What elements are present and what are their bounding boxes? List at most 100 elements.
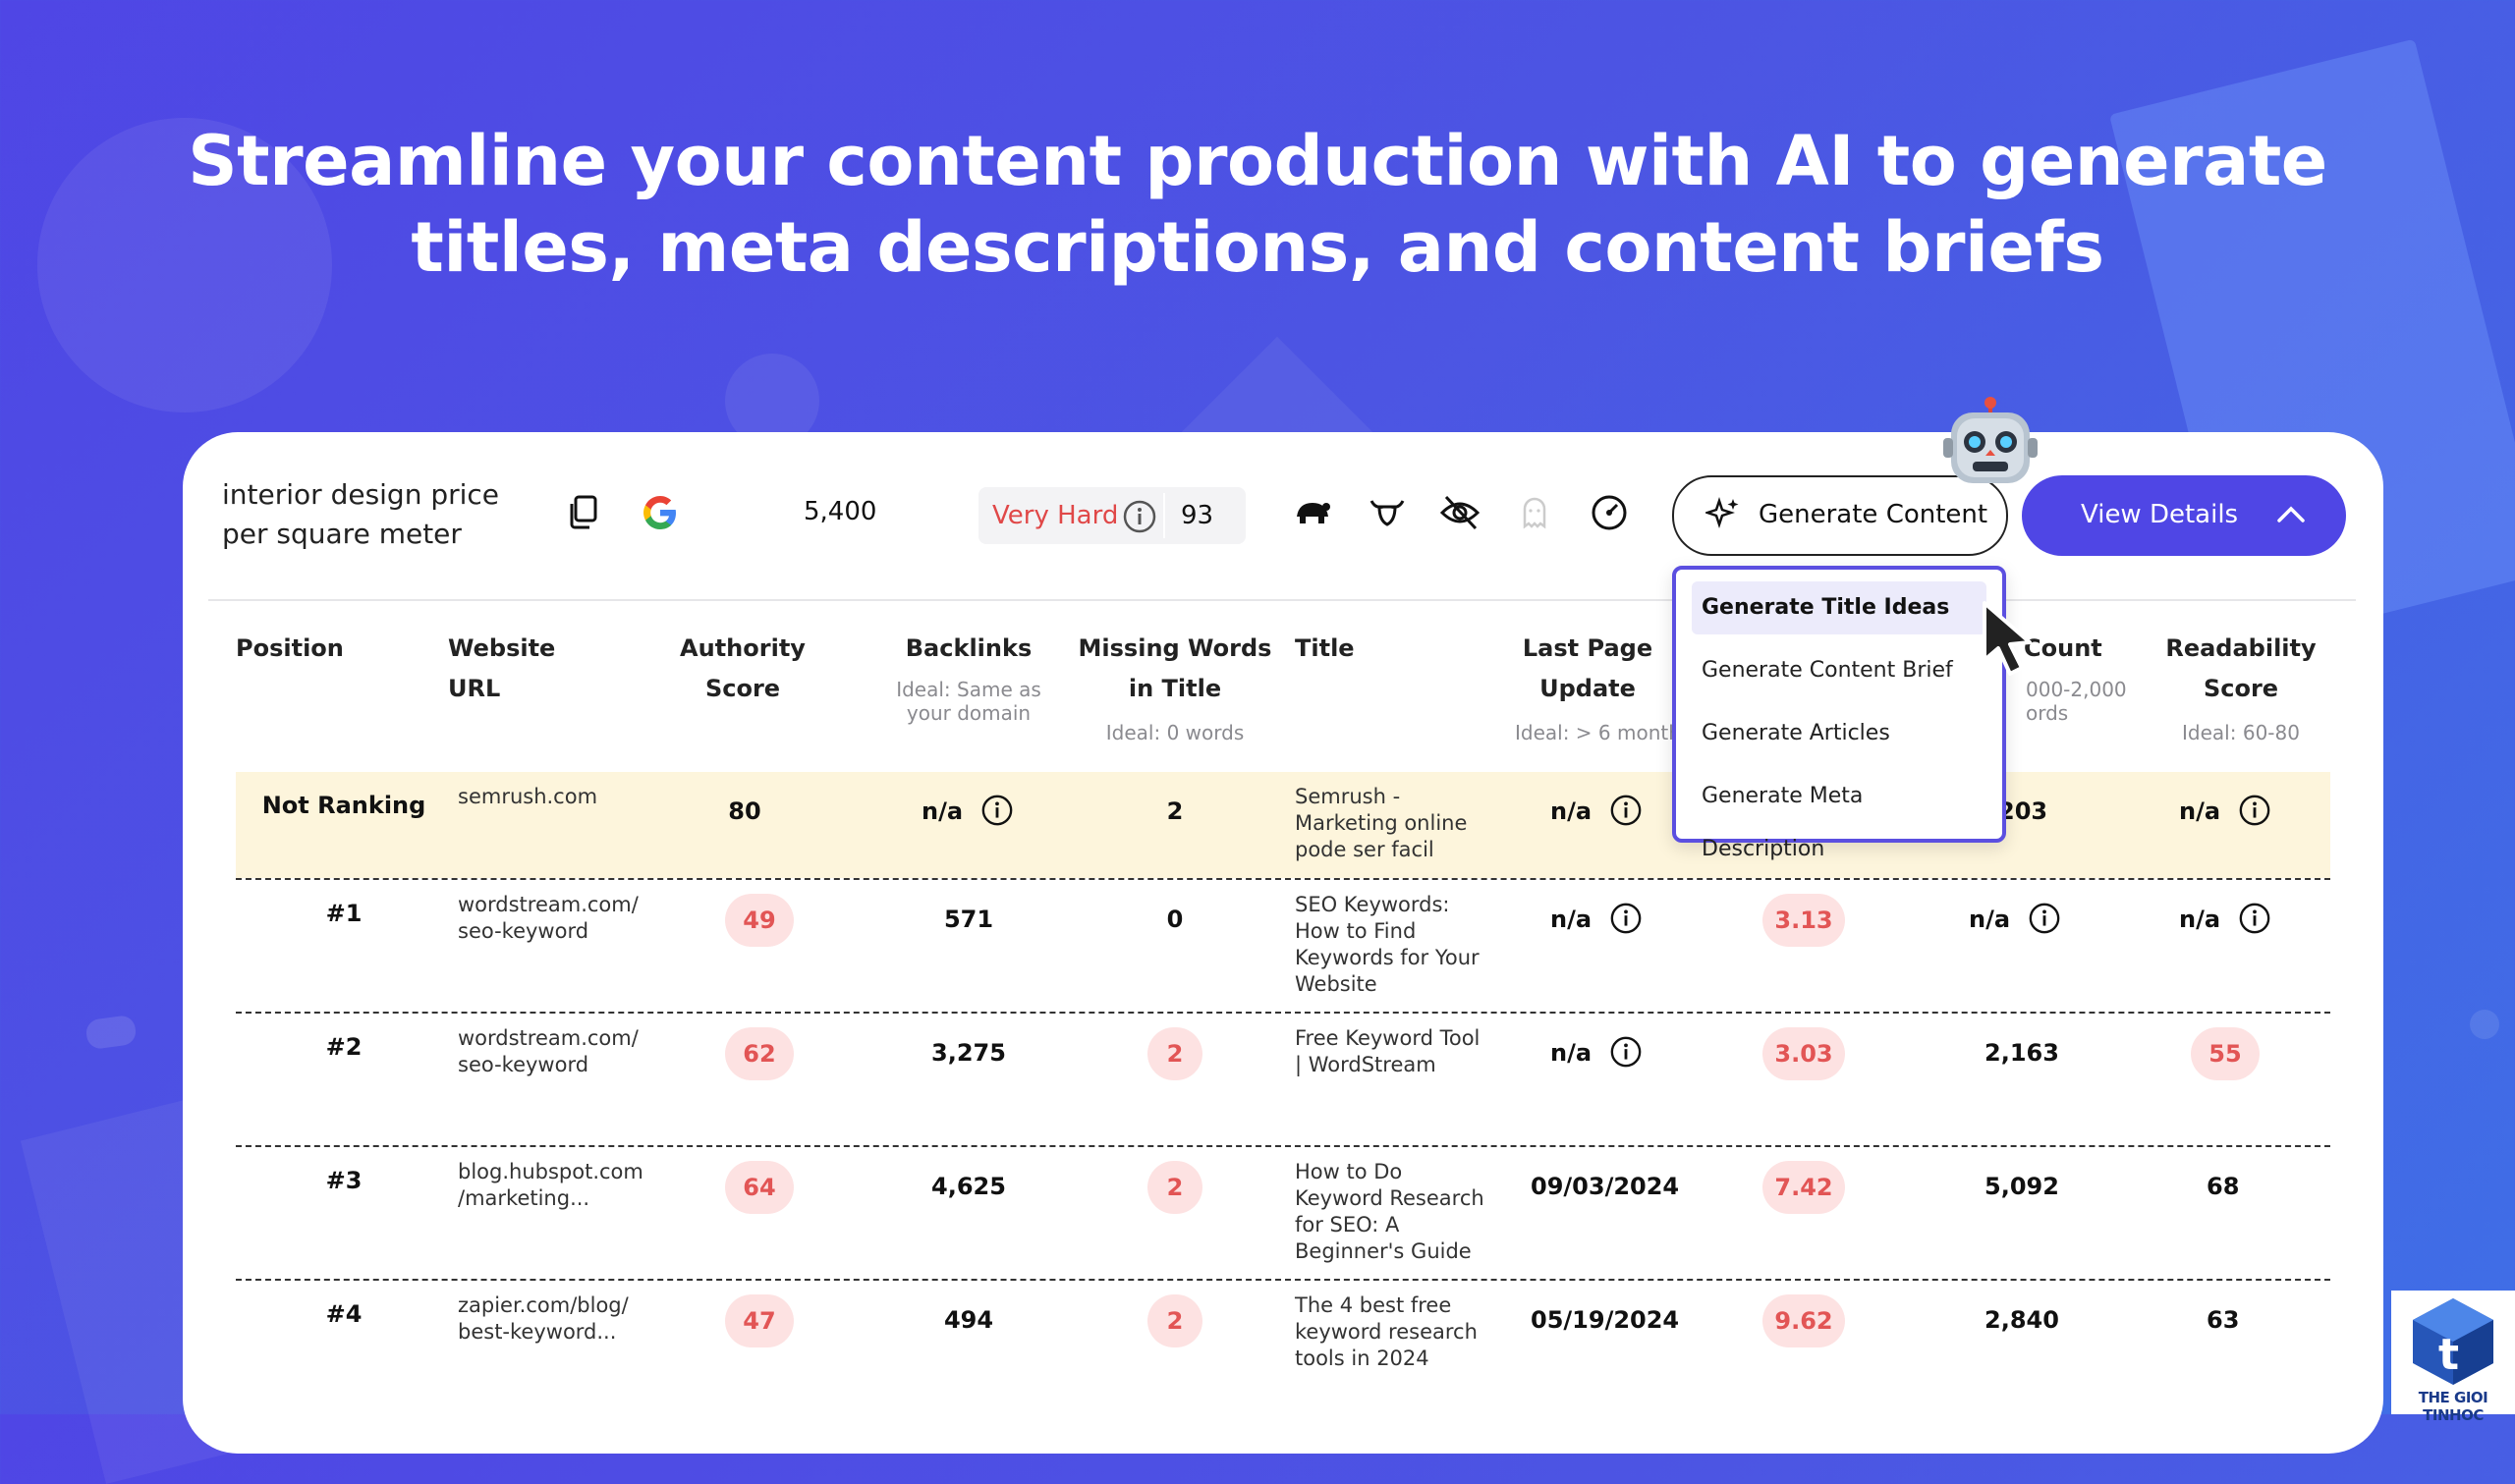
row-last-update: n/a	[1550, 902, 1643, 937]
header-backlinks: Backlinks	[905, 634, 1033, 662]
difficulty-divider	[1163, 493, 1165, 538]
row-position: #3	[325, 1167, 363, 1194]
header-website-url: Website URL	[448, 634, 556, 702]
search-volume: 5,400	[804, 497, 877, 526]
row-readability: 63	[2207, 1306, 2240, 1334]
row-backlinks: 571	[943, 906, 994, 933]
row-url[interactable]: semrush.com	[458, 784, 597, 810]
generate-content-label: Generate Content	[1759, 500, 1988, 529]
row-position: #1	[325, 900, 363, 927]
bull-icon[interactable]	[1366, 491, 1409, 534]
ghost-icon[interactable]	[1513, 491, 1556, 534]
row-position: #4	[325, 1300, 363, 1328]
headline-line-2: titles, meta descriptions, and content b…	[411, 207, 2104, 288]
row-keyword-density: 3.13	[1762, 894, 1845, 947]
info-icon[interactable]	[2238, 902, 2271, 935]
row-title: Semrush - Marketing online pode ser faci…	[1295, 785, 1468, 861]
row-keyword-density: 3.03	[1762, 1027, 1845, 1080]
row-keyword-density: 9.62	[1762, 1294, 1845, 1347]
keyword-difficulty: Very Hard 93	[978, 487, 1246, 544]
row-url[interactable]: blog.hubspot.com /marketing...	[458, 1159, 643, 1212]
row-position: #2	[325, 1033, 363, 1061]
menu-item-generate-meta-description[interactable]: Generate Meta Description	[1692, 770, 1986, 861]
keyword-card: interior design price per square meter 5…	[183, 397, 2383, 1454]
header-position: Position	[236, 634, 344, 662]
chevron-up-icon	[2277, 506, 2305, 522]
difficulty-label: Very Hard	[992, 501, 1119, 530]
row-authority: 49	[725, 894, 794, 947]
generate-content-dropdown: Generate Title Ideas Generate Content Br…	[1672, 566, 2006, 861]
header-readability-ideal: Ideal: 60-80	[2182, 721, 2300, 744]
row-title: The 4 best free keyword research tools i…	[1295, 1293, 1478, 1370]
row-last-update: 09/03/2024	[1531, 1173, 1680, 1200]
row-title: Free Keyword Tool | WordStream	[1295, 1026, 1481, 1076]
bg-pill	[84, 1014, 138, 1051]
header-missing-words: Missing Words in Title	[1078, 634, 1272, 702]
page-headline: Streamline your content production with …	[0, 118, 2515, 291]
info-icon[interactable]	[980, 794, 1014, 827]
row-backlinks: n/a	[922, 794, 1014, 829]
menu-item-generate-content-brief[interactable]: Generate Content Brief	[1692, 644, 1986, 697]
watermark-logo: t THE GIOI TINHOC	[2391, 1291, 2515, 1424]
row-readability: n/a	[2179, 902, 2271, 937]
row-authority: 47	[725, 1294, 794, 1347]
row-url[interactable]: zapier.com/blog/ best-keyword...	[458, 1292, 629, 1346]
row-last-update: n/a	[1550, 794, 1643, 829]
row-word-count: 2,163	[1984, 1039, 2059, 1067]
headline-line-1: Streamline your content production with …	[188, 121, 2327, 201]
difficulty-value: 93	[1181, 501, 1214, 530]
row-missing-words: 2	[1166, 797, 1184, 825]
header-missing-ideal: Ideal: 0 words	[1105, 721, 1245, 744]
row-backlinks: 494	[943, 1306, 994, 1334]
google-icon[interactable]	[641, 493, 680, 532]
row-last-update: n/a	[1550, 1035, 1643, 1071]
row-missing-words: 0	[1166, 906, 1184, 933]
header-last-page-update: Last Page Update	[1522, 634, 1653, 702]
copy-icon[interactable]	[564, 493, 603, 532]
row-backlinks: 4,625	[931, 1173, 1006, 1200]
row-title: SEO Keywords: How to Find Keywords for Y…	[1295, 893, 1480, 996]
row-authority: 64	[725, 1161, 794, 1214]
row-position: Not Ranking	[261, 792, 426, 819]
row-authority: 62	[725, 1027, 794, 1080]
row-word-count: n/a	[1969, 902, 2061, 937]
info-icon[interactable]	[1609, 902, 1643, 935]
row-readability: n/a	[2179, 794, 2271, 829]
info-icon[interactable]	[1122, 499, 1157, 534]
row-title: How to Do Keyword Research for SEO: A Be…	[1295, 1160, 1484, 1263]
menu-item-generate-title-ideas[interactable]: Generate Title Ideas	[1692, 581, 1986, 634]
gauge-icon[interactable]	[1588, 491, 1631, 534]
header-readability-score: Readability Score	[2165, 634, 2317, 702]
header-backlinks-ideal: Ideal: Same as your domain	[896, 678, 1041, 725]
header-title: Title	[1295, 634, 1355, 662]
row-last-update: 05/19/2024	[1531, 1306, 1680, 1334]
hidden-eye-icon[interactable]	[1438, 491, 1481, 534]
menu-item-generate-articles[interactable]: Generate Articles	[1692, 707, 1986, 760]
header-last-update-ideal: Ideal: > 6 month	[1515, 721, 1681, 744]
turtle-icon[interactable]	[1291, 491, 1334, 534]
bg-dot	[2470, 1010, 2499, 1039]
robot-icon	[1943, 397, 2038, 483]
row-missing-words: 2	[1147, 1027, 1202, 1080]
row-missing-words: 2	[1147, 1161, 1202, 1214]
row-word-count: 5,092	[1984, 1173, 2059, 1200]
sparkle-icon	[1705, 497, 1739, 528]
row-authority: 80	[728, 797, 761, 825]
row-keyword-density: 7.42	[1762, 1161, 1845, 1214]
info-icon[interactable]	[1609, 794, 1643, 827]
info-icon[interactable]	[2028, 902, 2061, 935]
header-authority-score: Authority Score	[680, 634, 806, 702]
mouse-cursor-icon	[1983, 601, 2032, 676]
row-readability: 68	[2207, 1173, 2240, 1200]
info-icon[interactable]	[2238, 794, 2271, 827]
header-count-ideal: 000-2,000 ords	[2026, 678, 2127, 725]
row-url[interactable]: wordstream.com/ seo-keyword	[458, 1025, 639, 1078]
row-backlinks: 3,275	[931, 1039, 1006, 1067]
view-details-button[interactable]: View Details	[2022, 475, 2346, 556]
watermark-text: THE GIOI TINHOC	[2418, 1389, 2488, 1424]
info-icon[interactable]	[1609, 1035, 1643, 1069]
row-url[interactable]: wordstream.com/ seo-keyword	[458, 892, 639, 945]
row-missing-words: 2	[1147, 1294, 1202, 1347]
view-details-label: View Details	[2081, 500, 2239, 529]
keyword-text: interior design price per square meter	[222, 478, 500, 550]
